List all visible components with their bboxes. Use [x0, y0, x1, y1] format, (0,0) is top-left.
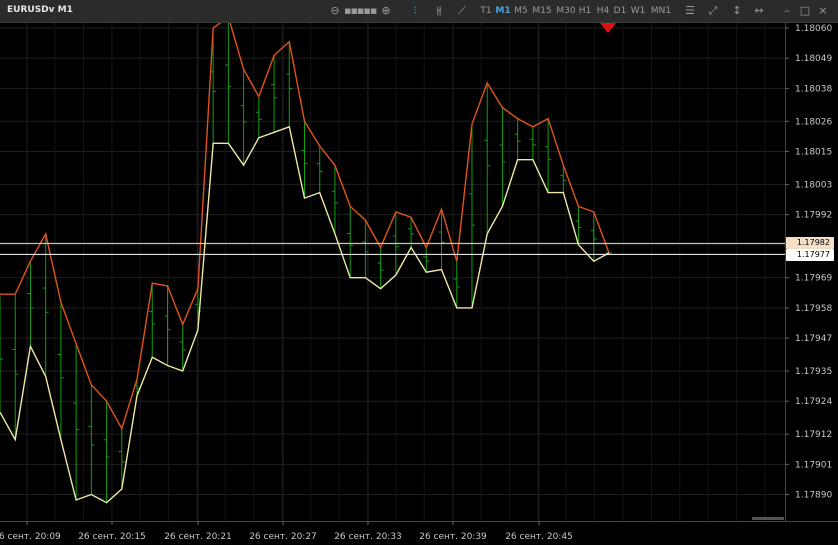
bar-chart-icon[interactable]: ⫶: [407, 3, 423, 19]
timeframe-h1[interactable]: H1: [578, 3, 592, 19]
zoom-slider[interactable]: ▪▪▪▪▪: [344, 3, 377, 19]
y-tick-label: 1.18049: [795, 54, 832, 64]
maximize-icon[interactable]: □: [797, 3, 813, 19]
chart-title: EURUSDv M1: [7, 5, 73, 15]
vertical-line-icon[interactable]: ↕: [729, 3, 745, 19]
y-tick-label: 1.18003: [795, 180, 832, 190]
y-tick-label: 1.17969: [795, 274, 832, 284]
timeframe-h4[interactable]: H4: [596, 3, 610, 19]
x-tick-label: 26 сент. 20:45: [505, 532, 573, 542]
y-tick-label: 1.18038: [795, 84, 832, 94]
trendline-icon[interactable]: ⤢: [705, 3, 721, 19]
x-tick-label: 26 сент. 20:39: [419, 532, 487, 542]
y-tick-label: 1.18015: [795, 147, 832, 157]
bid-price-label: 1.17982: [786, 237, 834, 250]
timeframe-m30[interactable]: M30: [555, 3, 577, 19]
y-tick-label: 1.17947: [795, 334, 832, 344]
zoom-in-icon[interactable]: ⊕: [378, 3, 394, 19]
timeframe-m1[interactable]: M1: [495, 3, 511, 19]
timeframe-w1[interactable]: W1: [630, 3, 646, 19]
ask-price-label: 1.17977: [786, 249, 834, 262]
y-tick-label: 1.17901: [795, 460, 832, 470]
x-tick-label: 26 сент. 20:15: [78, 532, 146, 542]
horizontal-scrollbar: [752, 517, 784, 520]
line-chart-icon[interactable]: ⟋: [454, 3, 470, 19]
x-tick-label: 26 сент. 20:21: [164, 532, 232, 542]
y-tick-label: 1.17935: [795, 367, 832, 377]
timeframe-m5[interactable]: M5: [513, 3, 529, 19]
zoom-out-icon[interactable]: ⊖: [327, 3, 343, 19]
x-tick-label: 26 сент. 20:33: [334, 532, 402, 542]
high-envelope-line: [0, 23, 610, 431]
timeframe-t1[interactable]: T1: [478, 3, 494, 19]
minimize-icon[interactable]: –: [779, 3, 795, 19]
timeframe-mn1[interactable]: MN1: [650, 3, 672, 19]
candlestick-chart-icon[interactable]: ⫵: [431, 3, 447, 19]
price-chart[interactable]: 1.18060 1.18049 1.18038 1.18026 1.18015 1.180…: [0, 23, 838, 545]
y-tick-label: 1.17958: [795, 304, 832, 314]
y-tick-label: 1.17890: [795, 491, 832, 501]
y-tick-label: 1.17912: [795, 430, 832, 440]
y-tick-label: 1.18026: [795, 117, 832, 127]
x-tick-label: 26 сент. 20:09: [0, 532, 61, 542]
y-tick-label: 1.17924: [795, 397, 832, 407]
close-icon[interactable]: ×: [815, 3, 831, 19]
y-tick-label: 1.18060: [795, 24, 832, 34]
x-tick-label: 26 сент. 20:27: [249, 532, 317, 542]
timeframe-d1[interactable]: D1: [613, 3, 627, 19]
y-tick-label: 1.17992: [795, 211, 832, 221]
horizontal-line-icon[interactable]: ↔: [751, 3, 767, 19]
indicators-icon[interactable]: ☰: [682, 3, 698, 19]
chart-toolbar: EURUSDv M1 ⊖ ▪▪▪▪▪ ⊕ ⫶ ⫵ ⟋ T1 M1 M5 M15 …: [0, 0, 838, 23]
timeframe-m15[interactable]: M15: [531, 3, 553, 19]
